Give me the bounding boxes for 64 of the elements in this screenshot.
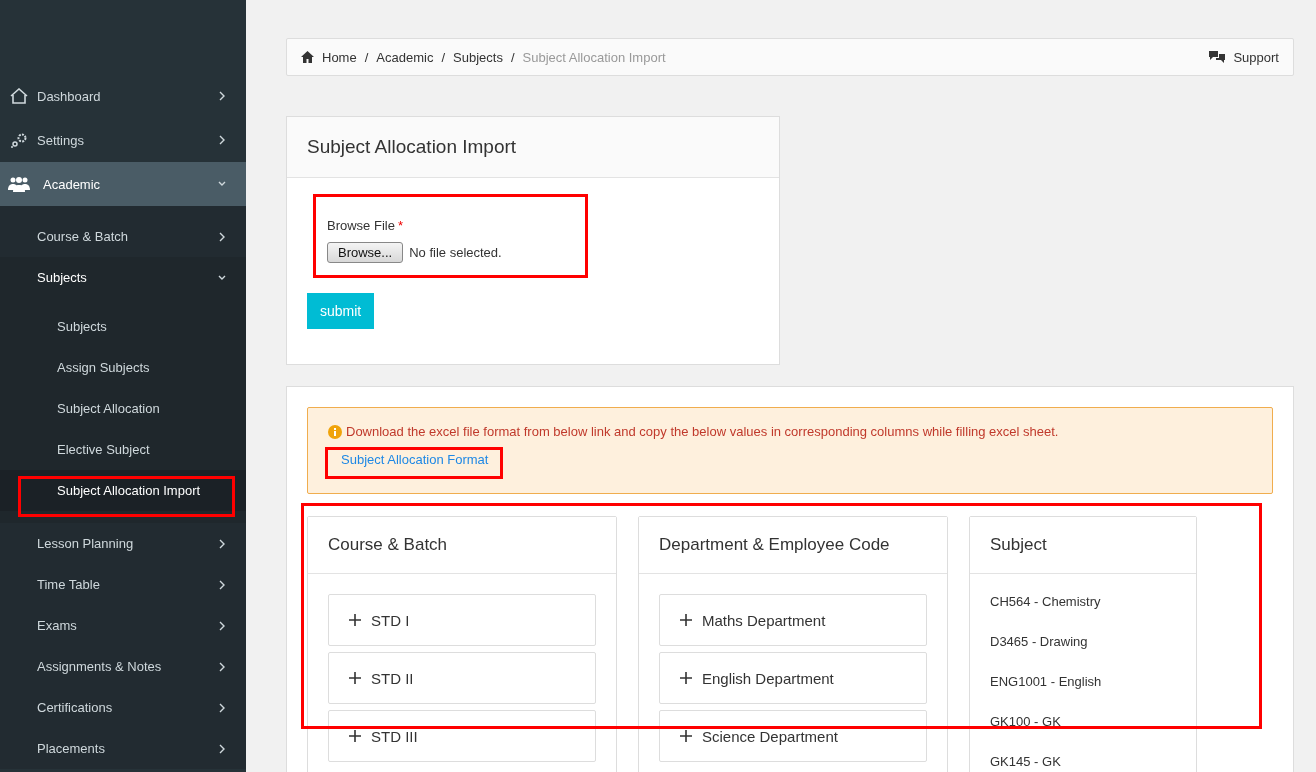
breadcrumb-separator: / [364, 49, 369, 65]
field-label: Browse File [327, 218, 395, 233]
chevron-icon [218, 91, 226, 101]
accordion-item[interactable]: Science Department [659, 710, 927, 762]
column-title: Course & Batch [308, 517, 616, 574]
support-link[interactable]: Support [1233, 49, 1279, 65]
chevron-icon [218, 579, 226, 590]
file-status: No file selected. [409, 245, 502, 260]
plus-icon [349, 672, 361, 684]
subject-entry: ENG1001 - English [990, 674, 1102, 689]
sidebar-subitem[interactable]: Subject Allocation [0, 388, 246, 429]
gears-icon [9, 132, 28, 148]
sidebar-subitem[interactable]: Elective Subject [0, 429, 246, 470]
breadcrumb-separator: / [510, 49, 515, 65]
subject-entry: CH564 - Chemistry [990, 594, 1101, 609]
accordion-item[interactable]: STD I [328, 594, 596, 646]
plus-icon [349, 614, 361, 626]
sidebar-subitem[interactable]: Subjects [0, 306, 246, 347]
chevron-icon [218, 231, 226, 242]
sidebar-subitem[interactable]: Placements [0, 728, 246, 769]
sidebar-subitem[interactable]: Assign Subjects [0, 347, 246, 388]
card-title: Subject Allocation Import [287, 117, 779, 178]
breadcrumb-separator: / [441, 49, 445, 65]
sidebar-item[interactable]: Dashboard [0, 74, 246, 118]
sidebar-subitem[interactable]: Time Table [0, 564, 246, 605]
accordion-item[interactable]: English Department [659, 652, 927, 704]
breadcrumb-link[interactable]: Academic [376, 49, 434, 65]
chat-bubbles-icon [1209, 50, 1226, 64]
sidebar-item[interactable]: Academic [0, 162, 246, 206]
info-icon [328, 424, 342, 439]
sidebar-subitem[interactable]: Course & Batch [0, 216, 246, 257]
accordion-item[interactable]: Maths Department [659, 594, 927, 646]
chevron-icon [218, 702, 226, 713]
breadcrumb-current: Subject Allocation Import [522, 49, 666, 65]
accordion-item[interactable]: STD III [328, 710, 596, 762]
chevron-icon [218, 743, 226, 754]
subject-entry: GK145 - GK [990, 754, 1061, 769]
info-message: Download the excel file format from below link and copy the below values in corresponding columns while filling excel sheet. [346, 424, 1059, 439]
sidebar-subitem[interactable]: Certifications [0, 687, 246, 728]
subject-entry: GK100 - GK [990, 714, 1061, 729]
required-mark: * [397, 218, 403, 233]
column-title: Subject [970, 517, 1196, 574]
subject-entry: D3465 - Drawing [990, 634, 1088, 649]
home-icon [301, 51, 314, 63]
users-icon [7, 176, 30, 192]
sidebar-subitem[interactable]: Subjects [0, 257, 246, 298]
breadcrumb-link[interactable]: Home [322, 49, 357, 65]
column-title: Department & Employee Code [639, 517, 947, 574]
chevron-icon [218, 135, 226, 145]
sidebar-subitem[interactable]: Assignments & Notes [0, 646, 246, 687]
chevron-icon [218, 661, 226, 672]
plus-icon [349, 730, 361, 742]
sidebar-subitem[interactable]: Lesson Planning [0, 523, 246, 564]
browse-button[interactable]: Browse... [327, 242, 404, 263]
plus-icon [680, 614, 692, 626]
accordion-item[interactable]: STD II [328, 652, 596, 704]
home-icon [9, 88, 28, 104]
breadcrumb-link[interactable]: Subjects [453, 49, 503, 65]
chevron-icon [218, 620, 226, 631]
sidebar-item[interactable]: Settings [0, 118, 246, 162]
sidebar-subitem[interactable]: Exams [0, 605, 246, 646]
chevron-icon [218, 538, 226, 549]
plus-icon [680, 672, 692, 684]
plus-icon [680, 730, 692, 742]
